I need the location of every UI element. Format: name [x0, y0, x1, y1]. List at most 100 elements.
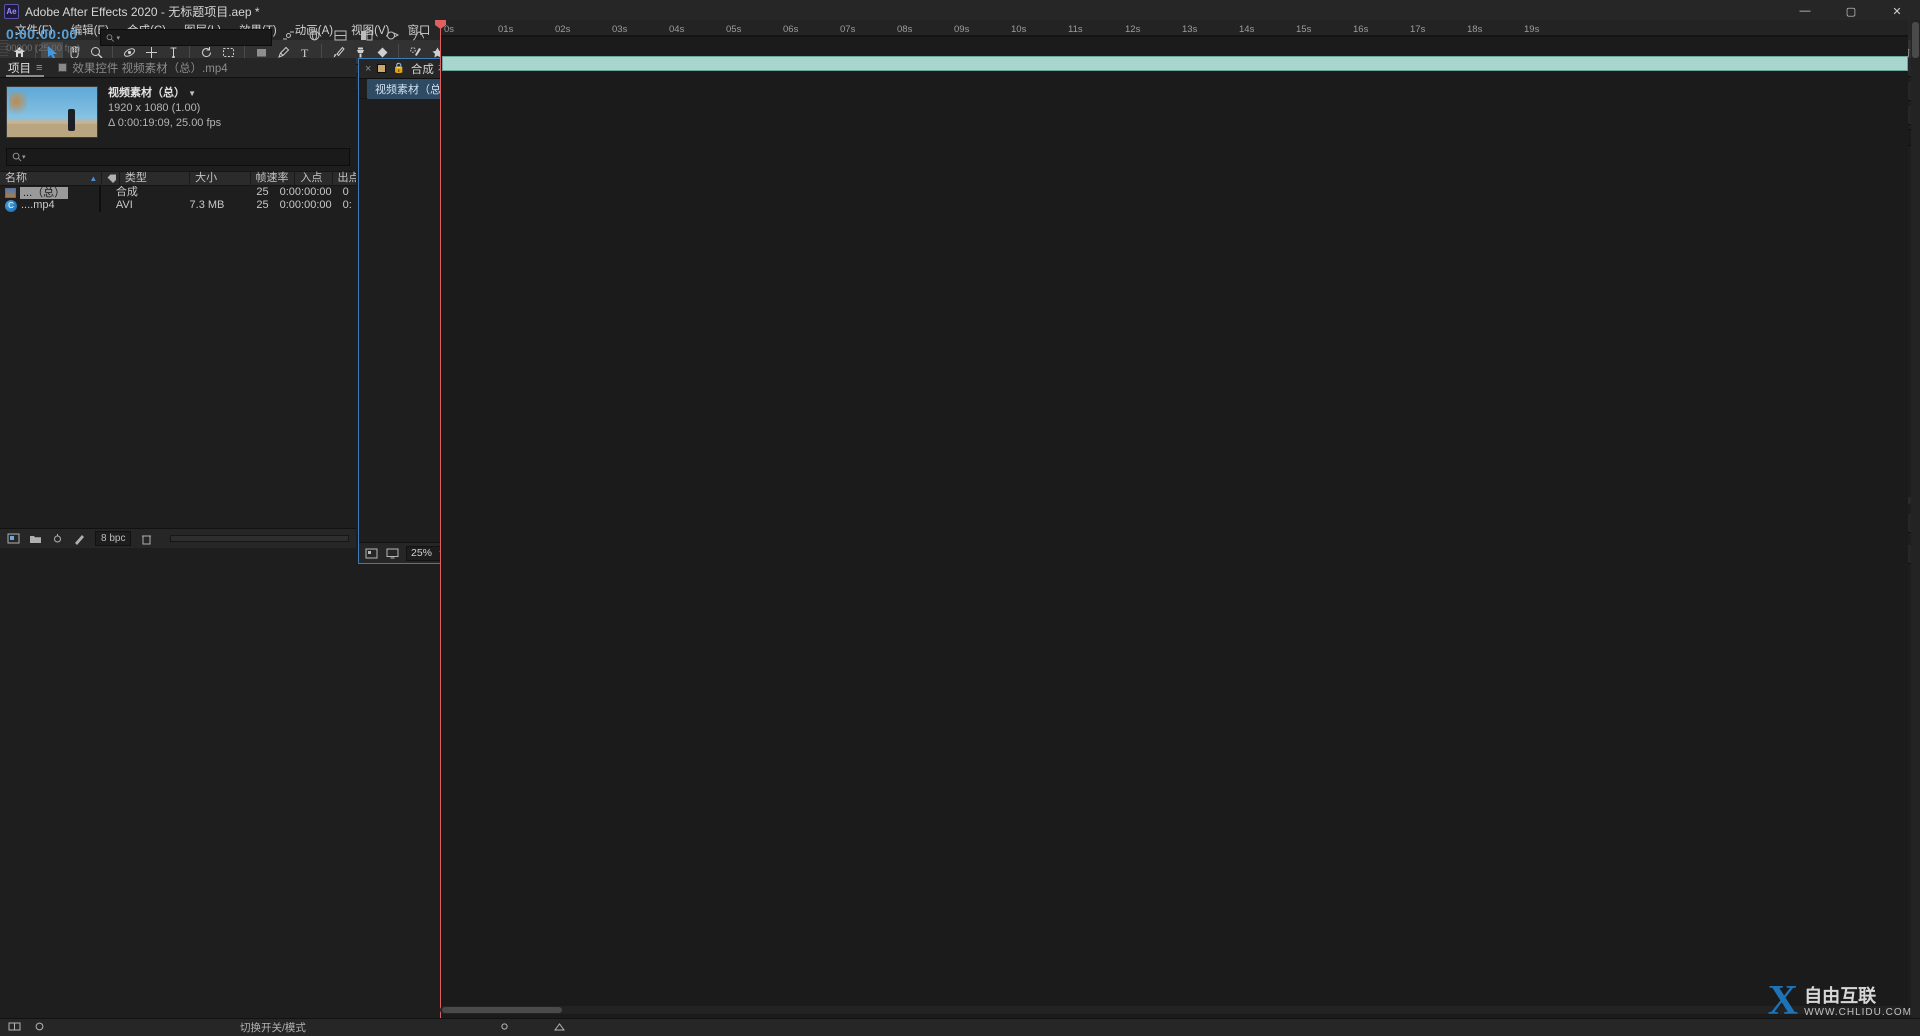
- tag-icon: [107, 174, 117, 183]
- ruler-tick: 13s: [1182, 24, 1198, 35]
- watermark-logo: X: [1767, 978, 1799, 1024]
- new-composition-icon[interactable]: [7, 533, 20, 545]
- project-preview-header: 视频素材（总） ▼ 1920 x 1080 (1.00) Δ 0:00:19:0…: [0, 78, 356, 144]
- project-search-box[interactable]: ▾: [6, 148, 350, 166]
- column-name-label: 名称: [5, 172, 27, 184]
- timeline-current-time[interactable]: 0:00:00:00: [6, 26, 80, 42]
- new-folder-icon[interactable]: [29, 533, 42, 545]
- composition-label-swatch: [377, 64, 387, 73]
- row-in-point: 0:00:00:00: [279, 186, 332, 198]
- ruler-tick: 11s: [1068, 24, 1083, 35]
- adjust-exposure-icon[interactable]: [73, 533, 86, 545]
- timeline-vertical-scrollbar[interactable]: [1911, 20, 1920, 1018]
- ruler-tick: 15s: [1296, 24, 1312, 35]
- playhead[interactable]: [435, 20, 446, 1036]
- project-search-input[interactable]: [29, 151, 344, 163]
- monitor-icon[interactable]: [385, 546, 400, 560]
- composition-thumbnail-icon: [5, 187, 16, 198]
- toggle-switches-modes-icon[interactable]: [8, 1021, 21, 1035]
- column-name[interactable]: 名称 ▲: [0, 171, 103, 186]
- timeline-zoom-in-icon[interactable]: [553, 1021, 566, 1035]
- timeline-zoom-out-icon[interactable]: [498, 1021, 511, 1035]
- ae-logo-icon: Ae: [4, 3, 19, 19]
- frame-blending-icon[interactable]: [358, 27, 375, 44]
- column-framerate[interactable]: 帧速率: [251, 171, 296, 186]
- column-in-point[interactable]: 入点: [295, 171, 333, 186]
- tab-project-label: 项目: [8, 62, 31, 75]
- timeline-footer: 切换开关/模式: [0, 1018, 1920, 1036]
- row-out-point: 0: [342, 186, 349, 198]
- after-effects-window: Ae Adobe After Effects 2020 - 无标题项目.aep …: [0, 0, 1920, 1036]
- ruler-tick: 03s: [612, 24, 628, 35]
- row-label-swatch[interactable]: [99, 186, 102, 199]
- draft-3d-icon[interactable]: [306, 27, 323, 44]
- row-name: ...（总）: [20, 186, 69, 199]
- window-title: Adobe After Effects 2020 - 无标题项目.aep *: [25, 4, 260, 19]
- ruler-tick: 08s: [897, 24, 913, 35]
- watermark: X 自由互联 WWW.CHLIDU.COM: [1767, 978, 1912, 1024]
- toggle-switches-modes-label[interactable]: 切换开关/模式: [240, 1020, 306, 1035]
- timeline-search-input[interactable]: [124, 31, 266, 44]
- close-icon[interactable]: ×: [365, 63, 371, 75]
- composition-mini-flowchart-icon[interactable]: [280, 27, 297, 44]
- timeline-ruler[interactable]: 0s 01s 02s 03s 04s 05s 06s 07s 08s 09s 1…: [440, 20, 1908, 37]
- table-row[interactable]: C ....mp4 AVI 7.3 MB 25 0:00:00:00 0:: [0, 199, 356, 212]
- row-type: 合成: [115, 186, 138, 198]
- project-thumbnail: [6, 86, 98, 138]
- table-row[interactable]: ...（总） 合成 25 0:00:00:00 0: [0, 186, 356, 199]
- scrollbar-thumb[interactable]: [1912, 22, 1919, 58]
- project-panel-tabs: 项目 ≡ 效果控件 视频素材（总）.mp4: [0, 58, 356, 78]
- project-item-name: 视频素材（总）: [108, 87, 185, 99]
- layer-clip-bar[interactable]: [442, 56, 1908, 71]
- ruler-tick: 05s: [726, 24, 742, 35]
- maximize-button[interactable]: ▢: [1828, 0, 1874, 22]
- composition-tab-prefix: 合成: [410, 63, 434, 76]
- always-preview-icon[interactable]: [364, 546, 379, 560]
- ruler-tick: 0s: [444, 24, 455, 35]
- graph-editor-icon[interactable]: [410, 27, 427, 44]
- close-button[interactable]: ✕: [1874, 0, 1920, 22]
- timeline-tracks[interactable]: [440, 37, 1908, 1018]
- lock-icon[interactable]: 🔒: [392, 63, 404, 74]
- minimize-button[interactable]: —: [1782, 0, 1828, 22]
- tab-effect-controls[interactable]: 效果控件 视频素材（总）.mp4: [50, 58, 235, 77]
- row-label-swatch[interactable]: [99, 199, 102, 212]
- project-settings-icon[interactable]: [51, 533, 64, 545]
- column-label-color[interactable]: [102, 171, 120, 186]
- panel-menu-icon[interactable]: ≡: [36, 62, 42, 74]
- tab-project[interactable]: 项目 ≡: [0, 58, 50, 77]
- hide-shy-layers-icon[interactable]: [332, 27, 349, 44]
- ruler-baseline: [440, 35, 1908, 36]
- column-out-point[interactable]: 出点: [333, 171, 356, 186]
- ruler-tick: 04s: [669, 24, 685, 35]
- project-search-row: ▾: [0, 144, 356, 171]
- search-icon: [12, 152, 22, 162]
- thumbnail-ground: [7, 124, 97, 137]
- column-size[interactable]: 大小: [190, 171, 251, 186]
- timeline-search-box[interactable]: ▾: [100, 29, 272, 46]
- motion-blur-icon[interactable]: [384, 27, 401, 44]
- bit-depth-button[interactable]: 8 bpc: [95, 531, 132, 546]
- ruler-tick: 19s: [1524, 24, 1540, 35]
- composition-color-swatch: [58, 63, 68, 72]
- timeline-horizontal-scrollbar[interactable]: [440, 1006, 1904, 1014]
- ruler-tick: 12s: [1125, 24, 1141, 35]
- watermark-title: 自由互联: [1804, 986, 1877, 1006]
- project-item-list: ...（总） 合成 25 0:00:00:00 0 C ....mp4 AVI …: [0, 186, 356, 212]
- row-name: ....mp4: [21, 199, 55, 211]
- render-queue-icon[interactable]: [33, 1021, 46, 1035]
- column-type[interactable]: 类型: [120, 171, 191, 186]
- sort-ascending-icon: ▲: [89, 174, 98, 183]
- timeline-timecode-box[interactable]: 0:00:00:00 00000 (25.00 fps): [0, 26, 80, 54]
- delete-icon[interactable]: [140, 533, 153, 545]
- row-size: 7.3 MB: [189, 199, 225, 211]
- ruler-tick: 01s: [498, 24, 514, 35]
- window-controls: — ▢ ✕: [1782, 0, 1920, 22]
- row-framerate: 25: [256, 199, 269, 211]
- project-item-dimensions: 1920 x 1080 (1.00): [108, 102, 201, 114]
- search-icon: [106, 33, 114, 42]
- scrollbar-thumb[interactable]: [442, 1007, 562, 1013]
- thumbnail-person: [68, 109, 75, 131]
- chevron-down-icon[interactable]: ▼: [188, 89, 196, 98]
- ruler-tick: 14s: [1239, 24, 1255, 35]
